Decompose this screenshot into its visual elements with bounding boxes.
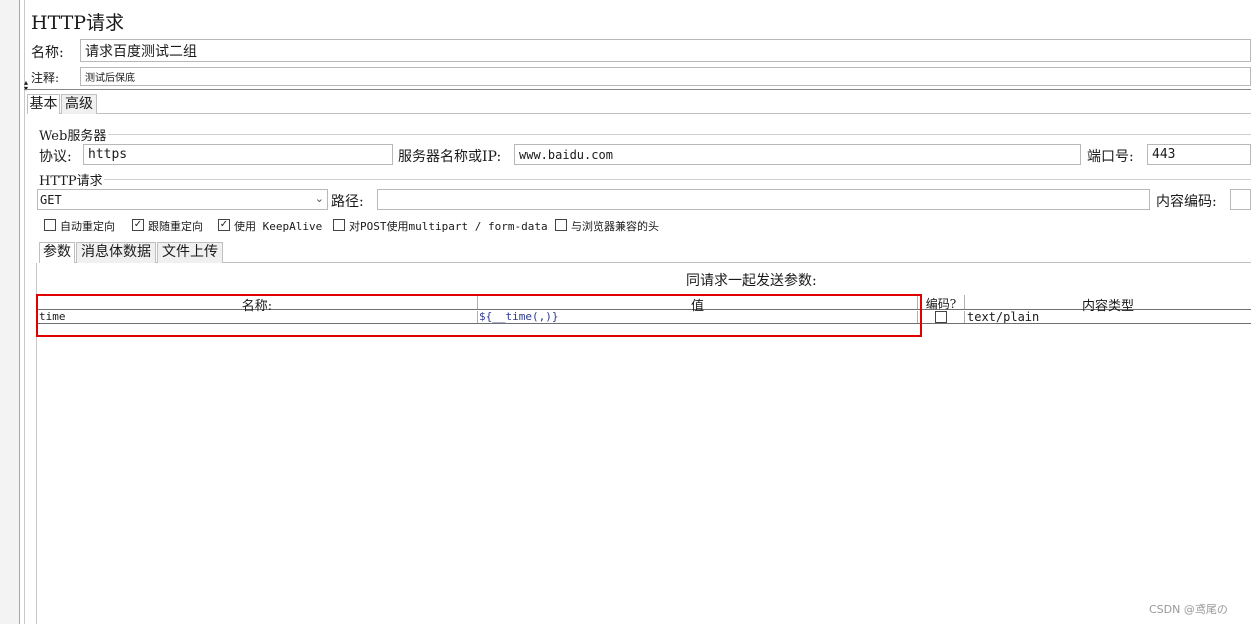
tab-advanced[interactable]: 高级 xyxy=(61,94,97,114)
left-gutter xyxy=(0,0,20,624)
tab-file-upload[interactable]: 文件上传 xyxy=(157,242,223,263)
http-request-section-title: HTTP请求 xyxy=(39,174,103,189)
options-row xyxy=(0,0,1,1)
left-gutter-divider xyxy=(24,0,25,624)
web-server-section-rule xyxy=(108,134,1251,135)
browser-headers-checkbox[interactable] xyxy=(555,219,567,231)
outer-tab-bar: 基本 高级 xyxy=(27,94,1251,114)
method-value: GET xyxy=(40,192,62,207)
params-caption: 同请求一起发送参数: xyxy=(686,273,817,289)
tab-body-data[interactable]: 消息体数据 xyxy=(76,242,156,263)
follow-redirects-checkbox[interactable]: ✓ xyxy=(132,219,144,231)
protocol-label: 协议: xyxy=(39,149,72,165)
encoding-label: 内容编码: xyxy=(1156,194,1217,210)
auto-redirect-checkbox[interactable] xyxy=(44,219,56,231)
comment-label: 注释: xyxy=(31,71,60,85)
port-input[interactable]: 443 xyxy=(1147,144,1251,165)
keepalive-label: 使用 KeepAlive xyxy=(234,220,323,233)
param-content-type-cell[interactable]: text/plain xyxy=(967,311,1247,323)
server-input[interactable]: www.baidu.com xyxy=(514,144,1081,165)
browser-headers-label: 与浏览器兼容的头 xyxy=(571,220,659,233)
name-input[interactable]: 请求百度测试二组 xyxy=(80,39,1251,62)
comment-input[interactable]: 测试后保底 xyxy=(80,67,1251,86)
server-label: 服务器名称或IP: xyxy=(398,149,502,165)
highlight-box xyxy=(36,294,922,337)
web-server-section-title: Web服务器 xyxy=(39,129,107,144)
column-header-content-type[interactable]: 内容类型 xyxy=(965,295,1251,314)
watermark: CSDN @鸢尾の xyxy=(1149,603,1228,616)
protocol-input[interactable]: https xyxy=(83,144,393,165)
chevron-down-icon: ⌄ xyxy=(314,192,324,205)
port-label: 端口号: xyxy=(1087,149,1134,165)
splitter-arrows-icon[interactable]: ▴▾ xyxy=(24,79,28,93)
splitter-line xyxy=(24,89,1251,90)
tab-basic[interactable]: 基本 xyxy=(27,94,60,114)
inner-tab-bar: 参数 消息体数据 文件上传 xyxy=(39,242,1251,263)
method-select[interactable]: GET ⌄ xyxy=(37,189,328,210)
tab-params[interactable]: 参数 xyxy=(39,242,75,263)
multipart-label: 对POST使用multipart / form-data xyxy=(349,220,548,233)
path-label: 路径: xyxy=(331,194,364,210)
multipart-checkbox[interactable] xyxy=(333,219,345,231)
panel-title: HTTP请求 xyxy=(31,12,125,34)
param-encode-checkbox[interactable] xyxy=(935,311,947,323)
keepalive-checkbox[interactable]: ✓ xyxy=(218,219,230,231)
cell-divider xyxy=(964,311,965,323)
encoding-input[interactable] xyxy=(1230,189,1251,210)
http-request-section-rule xyxy=(104,179,1251,180)
column-header-encode[interactable]: 编码? xyxy=(918,295,965,311)
path-input[interactable] xyxy=(377,189,1150,210)
follow-redirects-label: 跟随重定向 xyxy=(148,220,203,233)
name-label: 名称: xyxy=(31,45,64,61)
auto-redirect-label: 自动重定向 xyxy=(60,220,115,233)
